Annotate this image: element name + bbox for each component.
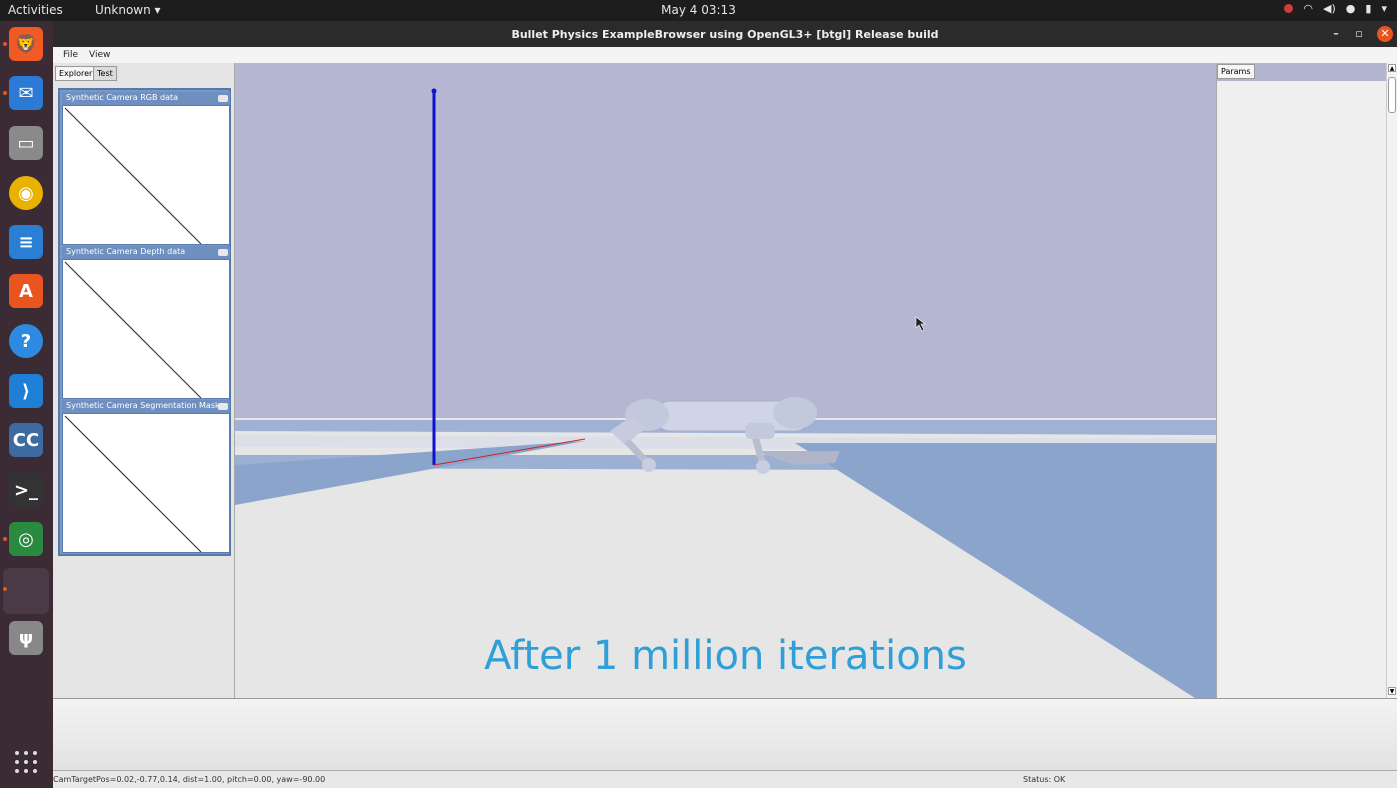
libreoffice-writer-icon[interactable]: ≡ bbox=[9, 225, 43, 259]
depth-camera-title: Synthetic Camera Depth data bbox=[66, 247, 186, 256]
rgb-camera-view: Synthetic Camera RGB data bbox=[62, 92, 230, 245]
robot-rear-thigh bbox=[745, 423, 775, 439]
running-indicator bbox=[3, 537, 7, 541]
rhythmbox-icon[interactable]: ◉ bbox=[9, 176, 43, 210]
minimize-button[interactable]: – bbox=[1328, 26, 1344, 42]
vscode-icon[interactable]: ⟩ bbox=[9, 374, 43, 408]
recording-indicator-icon[interactable] bbox=[1284, 4, 1294, 13]
menu-file[interactable]: File bbox=[63, 50, 78, 60]
brave-browser-icon[interactable]: 🦁 bbox=[9, 27, 43, 61]
robot-rear-foot bbox=[756, 460, 770, 474]
segmentation-camera-header[interactable]: Synthetic Camera Segmentation Mask bbox=[62, 400, 230, 413]
synthetic-camera-stack: Synthetic Camera RGB data Synthetic Came… bbox=[58, 88, 231, 556]
camera-status: CamTargetPos=0.02,-0.77,0.14, dist=1.00,… bbox=[53, 775, 326, 784]
system-tray[interactable]: ◠ ◀) ● ▮ ▾ bbox=[1284, 2, 1387, 15]
microphone-icon: ● bbox=[1345, 2, 1356, 15]
depth-camera-header[interactable]: Synthetic Camera Depth data bbox=[62, 246, 230, 259]
scroll-thumb[interactable] bbox=[1388, 77, 1396, 113]
thunderbird-icon[interactable]: ✉ bbox=[9, 76, 43, 110]
window-title-bar[interactable]: Bullet Physics ExampleBrowser using Open… bbox=[53, 21, 1397, 47]
running-indicator bbox=[3, 91, 7, 95]
params-panel: Params bbox=[1216, 63, 1387, 698]
segmentation-camera-canvas bbox=[62, 413, 230, 553]
window-title: Bullet Physics ExampleBrowser using Open… bbox=[511, 28, 939, 41]
scroll-up-icon[interactable]: ▲ bbox=[1388, 64, 1396, 72]
rgb-camera-title: Synthetic Camera RGB data bbox=[66, 93, 179, 102]
tab-explorer[interactable]: Explorer bbox=[55, 66, 97, 81]
terminal-icon[interactable]: >_ bbox=[9, 473, 43, 507]
depth-camera-canvas bbox=[62, 259, 230, 399]
robot-hip-rear bbox=[773, 397, 817, 429]
sky-background bbox=[235, 63, 1216, 423]
software-center-icon[interactable]: A bbox=[9, 274, 43, 308]
clock[interactable]: May 4 03:13 bbox=[0, 3, 1397, 17]
tab-test[interactable]: Test bbox=[93, 66, 117, 81]
depth-camera-view: Synthetic Camera Depth data bbox=[62, 246, 230, 399]
close-button[interactable]: ✕ bbox=[1377, 26, 1393, 42]
active-window-icon[interactable] bbox=[3, 568, 49, 614]
help-icon[interactable]: ? bbox=[9, 324, 43, 358]
console-panel bbox=[53, 698, 1397, 770]
volume-icon: ◀) bbox=[1323, 2, 1336, 15]
tab-params[interactable]: Params bbox=[1217, 64, 1255, 79]
segmentation-camera-title: Synthetic Camera Segmentation Mask bbox=[66, 401, 220, 410]
menu-bar: File View bbox=[53, 47, 1397, 63]
menu-view[interactable]: View bbox=[89, 50, 110, 60]
segmentation-camera-view: Synthetic Camera Segmentation Mask bbox=[62, 400, 230, 553]
show-applications-icon[interactable] bbox=[15, 751, 37, 773]
system-menu-chevron-icon[interactable]: ▾ bbox=[1381, 2, 1387, 15]
app-window: File View Explorer Test Synthetic Camera… bbox=[53, 47, 1397, 788]
files-icon[interactable]: ▭ bbox=[9, 126, 43, 160]
dock: 🦁 ✉ ▭ ◉ ≡ A? ⟩ CC >_ ◎ ψ bbox=[0, 21, 53, 788]
system-top-bar: Activities Unknown ▾ May 4 03:13 ◠ ◀) ● … bbox=[0, 0, 1397, 21]
running-indicator bbox=[3, 42, 7, 46]
running-indicator bbox=[3, 587, 7, 591]
z-axis-tip bbox=[431, 88, 437, 94]
scene-canvas[interactable] bbox=[235, 63, 1216, 698]
rgb-camera-header[interactable]: Synthetic Camera RGB data bbox=[62, 92, 230, 105]
3d-viewport[interactable]: After 1 million iterations bbox=[235, 63, 1216, 698]
minimize-icon[interactable] bbox=[218, 249, 228, 256]
scroll-down-icon[interactable]: ▼ bbox=[1388, 687, 1396, 695]
params-scrollbar[interactable]: ▲ ▼ bbox=[1386, 63, 1397, 698]
minimize-icon[interactable] bbox=[218, 403, 228, 410]
battery-icon: ▮ bbox=[1365, 2, 1372, 15]
robot-front-foot bbox=[642, 458, 656, 472]
usb-drive-icon[interactable]: ψ bbox=[9, 621, 43, 655]
maximize-button[interactable]: ▫ bbox=[1351, 26, 1367, 42]
explorer-panel: Explorer Test Synthetic Camera RGB data … bbox=[53, 63, 235, 698]
camera-app-icon[interactable]: ◎ bbox=[9, 522, 43, 556]
rgb-camera-canvas bbox=[62, 105, 230, 245]
minimize-icon[interactable] bbox=[218, 95, 228, 102]
cc-app-icon[interactable]: CC bbox=[9, 423, 43, 457]
video-caption: After 1 million iterations bbox=[484, 633, 967, 679]
status-bar: CamTargetPos=0.02,-0.77,0.14, dist=1.00,… bbox=[53, 770, 1397, 788]
status-text: Status: OK bbox=[1023, 775, 1066, 784]
wifi-icon: ◠ bbox=[1303, 2, 1314, 15]
